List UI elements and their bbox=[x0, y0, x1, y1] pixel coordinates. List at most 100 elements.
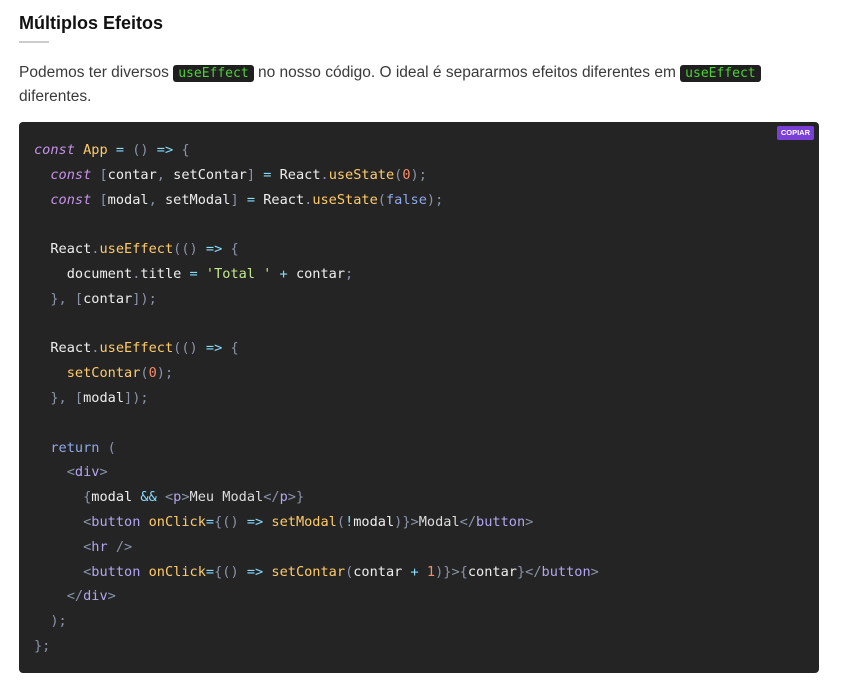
code-token: ); bbox=[34, 613, 67, 630]
code-token: setContar bbox=[271, 563, 346, 580]
code-token: , bbox=[148, 191, 165, 208]
code-token: p bbox=[279, 489, 288, 506]
code-token: 'Total ' bbox=[205, 265, 272, 282]
code-token: ( bbox=[377, 191, 386, 208]
code-token: }</ bbox=[516, 563, 542, 580]
code-token: useState bbox=[312, 191, 378, 208]
code-token: modal bbox=[353, 513, 395, 530]
code-token: false bbox=[385, 191, 427, 208]
code-token: const bbox=[34, 142, 75, 158]
code-token: return bbox=[50, 439, 100, 456]
code-token: => bbox=[238, 513, 272, 530]
code-line: </div> bbox=[34, 584, 599, 609]
code-token: App bbox=[83, 142, 108, 158]
code-token: > bbox=[181, 489, 190, 506]
code-token: /> bbox=[107, 538, 133, 555]
code-line: }; bbox=[34, 634, 599, 659]
code-token: > bbox=[99, 464, 108, 481]
code-token: }, [ bbox=[34, 290, 84, 307]
code-token: {() bbox=[214, 513, 239, 530]
code-token: const bbox=[50, 166, 92, 183]
inline-code: useEffect bbox=[173, 65, 254, 82]
code-token: contar bbox=[83, 290, 133, 307]
code-token: > bbox=[590, 563, 599, 580]
code-token: ( bbox=[99, 439, 116, 456]
code-block: COPIAR const App = () => { const [contar… bbox=[19, 122, 819, 673]
code-token: { bbox=[230, 340, 239, 357]
code-token: (() bbox=[173, 241, 198, 258]
code-token: ( bbox=[336, 513, 346, 530]
code-token: { bbox=[34, 489, 92, 506]
code-token: ]); bbox=[124, 389, 149, 406]
code-token: useEffect bbox=[99, 340, 174, 357]
code-token: . bbox=[320, 166, 329, 183]
code-token: </ bbox=[34, 588, 84, 605]
code-token: React bbox=[263, 191, 305, 208]
code-token: () bbox=[132, 142, 149, 158]
code-line: const App = () => { bbox=[34, 138, 599, 163]
code-content: const App = () => { const [contar, setCo… bbox=[34, 138, 599, 659]
code-token: }; bbox=[34, 637, 51, 654]
code-line: }, [contar]); bbox=[34, 287, 599, 312]
code-token: = bbox=[181, 265, 206, 282]
code-token: </ bbox=[459, 513, 477, 530]
code-token: useEffect bbox=[99, 241, 174, 258]
code-token: contar bbox=[107, 166, 157, 183]
code-token: ); bbox=[426, 191, 444, 208]
code-token: => bbox=[197, 241, 231, 258]
code-token: button bbox=[91, 513, 141, 530]
code-token: [ bbox=[99, 191, 108, 208]
code-token: title bbox=[140, 265, 182, 282]
code-token: setContar bbox=[173, 166, 247, 183]
code-token: setModal bbox=[271, 513, 337, 530]
code-token: React bbox=[34, 241, 92, 258]
code-token: = bbox=[205, 563, 215, 580]
code-token: setContar bbox=[66, 365, 141, 382]
code-line: {modal && <p>Meu Modal</p>} bbox=[34, 485, 599, 510]
code-token: < bbox=[34, 563, 92, 580]
code-line: setContar(0); bbox=[34, 361, 599, 386]
intro-text: Podemos ter diversos bbox=[19, 64, 174, 81]
code-token: modal bbox=[83, 389, 125, 406]
code-token: modal bbox=[91, 489, 133, 506]
code-line: document.title = 'Total ' + contar; bbox=[34, 262, 599, 287]
code-token: const bbox=[50, 191, 92, 208]
code-line: const [modal, setModal] = React.useState… bbox=[34, 188, 599, 213]
code-token: ]); bbox=[132, 290, 157, 307]
page-title: Múltiplos Efeitos bbox=[19, 13, 163, 33]
code-token: button bbox=[541, 563, 591, 580]
inline-code: useEffect bbox=[680, 65, 761, 82]
code-token: ; bbox=[345, 265, 354, 282]
copy-button[interactable]: COPIAR bbox=[776, 126, 814, 140]
code-token: = bbox=[107, 142, 133, 158]
code-token: button bbox=[476, 513, 526, 530]
code-token: onClick bbox=[148, 563, 206, 580]
code-line: return ( bbox=[34, 436, 599, 461]
code-token: )}>{ bbox=[435, 563, 468, 580]
code-token: setModal bbox=[164, 191, 231, 208]
code-line: ); bbox=[34, 609, 599, 634]
code-token: contar bbox=[353, 563, 403, 580]
code-token: = bbox=[205, 513, 215, 530]
code-line: <hr /> bbox=[34, 535, 599, 560]
code-token: 0 bbox=[148, 365, 157, 382]
title-underline bbox=[19, 41, 49, 43]
code-token: 0 bbox=[402, 166, 411, 183]
code-token: (() bbox=[173, 340, 198, 357]
code-token: }, [ bbox=[34, 389, 84, 406]
code-token: ); bbox=[410, 166, 427, 183]
code-token: React bbox=[279, 166, 321, 183]
code-token: < bbox=[34, 538, 92, 555]
code-token: > bbox=[107, 588, 116, 605]
code-token: contar bbox=[295, 265, 346, 282]
code-token: modal bbox=[107, 191, 149, 208]
code-line: const [contar, setContar] = React.useSta… bbox=[34, 163, 599, 188]
code-token: div bbox=[83, 588, 108, 605]
intro-text: diferentes. bbox=[19, 87, 92, 105]
